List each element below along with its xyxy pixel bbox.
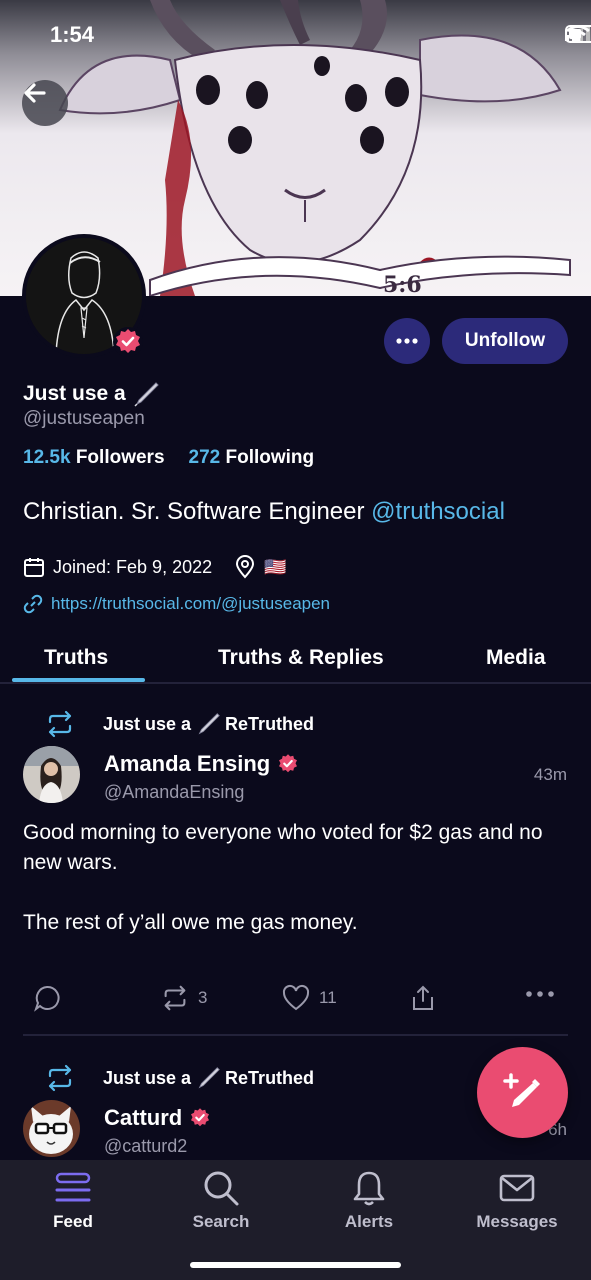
website-row: https://truthsocial.com/@justuseapen <box>23 594 330 614</box>
bio-mention-link[interactable]: @truthsocial <box>371 498 505 525</box>
share-button[interactable] <box>410 984 436 1012</box>
retruth-label: ReTruthed <box>225 1067 315 1088</box>
nav-alerts-label: Alerts <box>344 1212 394 1231</box>
tab-truths[interactable]: Truths <box>44 646 108 670</box>
post-author-handle: @AmandaEnsing <box>104 782 245 802</box>
tab-truths-and-replies[interactable]: Truths & Replies <box>218 646 384 670</box>
nav-feed-label: Feed <box>53 1212 93 1231</box>
post-author-avatar[interactable] <box>23 746 80 803</box>
post-timestamp: 43m <box>533 765 567 784</box>
status-bar: 1:54 <box>0 0 591 70</box>
follow-stats: 12.5k Followers 272 Following <box>23 447 314 469</box>
followers-count: 12.5k <box>23 447 71 468</box>
link-icon <box>23 594 43 614</box>
reply-button[interactable] <box>33 984 61 1012</box>
tab-media[interactable]: Media <box>486 646 546 670</box>
retruth-icon <box>164 985 186 1011</box>
post-author-handle: @catturd2 <box>104 1136 188 1156</box>
retruth-header: Just use a ReTruthed <box>44 1064 314 1092</box>
location-flag: 🇺🇸 <box>264 556 287 577</box>
battery-icon <box>565 25 591 43</box>
compose-pencil-icon <box>502 1072 540 1107</box>
post-author-name[interactable]: Amanda Ensing <box>104 751 300 777</box>
verified-badge-icon <box>191 1108 210 1127</box>
more-options-button[interactable] <box>384 318 430 364</box>
ellipsis-icon <box>396 338 418 344</box>
profile-meta: Joined: Feb 9, 2022 🇺🇸 <box>23 555 287 579</box>
post-divider <box>23 1034 568 1036</box>
calendar-icon <box>24 558 44 577</box>
unfollow-button[interactable]: Unfollow <box>442 318 568 364</box>
nav-messages[interactable]: Messages <box>457 1168 577 1232</box>
following-link[interactable]: 272 Following <box>189 447 315 469</box>
status-time: 1:54 <box>50 22 95 47</box>
like-button[interactable]: 11 <box>281 984 337 1012</box>
location-pin-icon <box>236 555 255 579</box>
nav-search[interactable]: Search <box>161 1168 281 1232</box>
tabs-divider <box>0 682 591 684</box>
post-more-button[interactable] <box>525 990 555 998</box>
joined-date: Joined: Feb 9, 2022 <box>53 556 213 577</box>
author-name-text: Catturd <box>104 1105 183 1130</box>
verified-badge-icon <box>279 754 298 773</box>
verified-badge-icon <box>113 327 143 357</box>
bio-text: Christian. Sr. Software Engineer <box>23 498 365 525</box>
post-actions: 3 11 <box>0 984 591 1014</box>
display-name-text: Just use a <box>23 382 126 405</box>
retruth-button[interactable]: 3 <box>160 984 207 1012</box>
retruth-user[interactable]: Just use a <box>103 714 191 735</box>
author-name-text: Amanda Ensing <box>104 751 271 776</box>
nav-feed[interactable]: Feed <box>13 1168 133 1232</box>
mail-icon <box>499 1174 535 1202</box>
svg-text:5:6: 5:6 <box>383 272 422 296</box>
feed-icon <box>55 1172 91 1202</box>
nav-alerts[interactable]: Alerts <box>309 1168 429 1232</box>
avatar-photo <box>23 746 80 803</box>
retruth-count: 3 <box>198 988 208 1007</box>
share-icon <box>413 985 433 1010</box>
retruth-header: Just use a ReTruthed <box>44 710 314 738</box>
nav-search-label: Search <box>192 1212 250 1231</box>
post-author-name[interactable]: Catturd <box>104 1105 212 1131</box>
arrow-left-icon <box>24 83 46 103</box>
retruth-user[interactable]: Just use a <box>103 1068 191 1089</box>
ellipsis-icon <box>526 991 554 997</box>
compose-button[interactable] <box>477 1047 568 1138</box>
website-link[interactable]: https://truthsocial.com/@justuseapen <box>51 594 330 614</box>
back-button[interactable] <box>22 80 68 126</box>
comment-icon <box>34 985 60 1012</box>
cat-avatar <box>23 1100 80 1157</box>
retruth-icon <box>48 710 72 738</box>
followers-link[interactable]: 12.5k Followers <box>23 447 165 469</box>
display-name: Just use a <box>23 380 160 408</box>
home-indicator <box>190 1262 401 1268</box>
pen-icon <box>134 382 159 407</box>
retruth-label: ReTruthed <box>225 713 315 734</box>
nav-messages-label: Messages <box>476 1212 558 1231</box>
post-body: Good morning to everyone who voted for $… <box>23 821 543 934</box>
following-count: 272 <box>188 447 221 468</box>
profile-bio: Christian. Sr. Software Engineer @truths… <box>23 498 505 526</box>
profile-handle: @justuseapen <box>23 408 145 429</box>
pen-icon <box>198 713 220 735</box>
heart-icon <box>282 984 310 1011</box>
bell-icon <box>353 1171 385 1206</box>
pen-icon <box>198 1067 220 1089</box>
post-author-avatar[interactable] <box>23 1100 80 1157</box>
profile-tabs: Truths Truths & Replies Media <box>0 640 591 684</box>
following-label: Following <box>225 447 315 468</box>
followers-label: Followers <box>75 447 165 468</box>
search-icon <box>204 1171 239 1206</box>
like-count: 11 <box>319 988 337 1007</box>
retruth-icon <box>48 1064 72 1092</box>
